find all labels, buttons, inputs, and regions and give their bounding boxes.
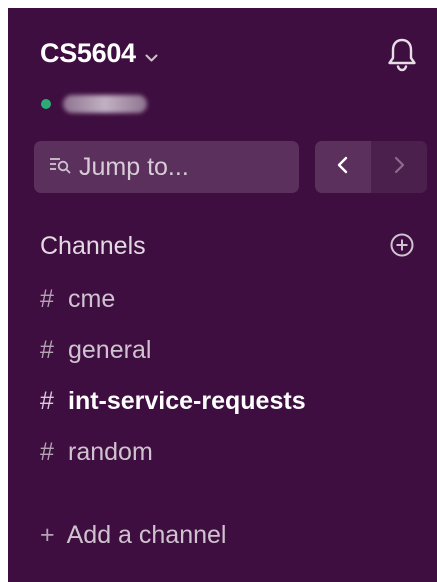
jump-to-button[interactable]: Jump to... xyxy=(34,141,299,193)
plus-circle-icon xyxy=(389,232,415,263)
add-channel-button[interactable]: + Add a channel xyxy=(40,513,226,557)
search-lines-icon xyxy=(49,156,71,179)
username-redacted xyxy=(63,95,147,113)
add-channel-label: Add a channel xyxy=(66,520,227,549)
user-status[interactable] xyxy=(41,93,147,115)
chevron-left-icon xyxy=(336,155,350,180)
jump-to-label: Jump to... xyxy=(79,152,189,181)
channel-name: random xyxy=(68,438,153,466)
notifications-button[interactable] xyxy=(385,38,419,76)
channel-item-random[interactable]: # random xyxy=(40,427,437,478)
chevron-down-icon xyxy=(145,50,158,62)
channel-name: general xyxy=(68,336,152,364)
workspace-menu-button[interactable]: CS5604 xyxy=(40,38,158,69)
channels-section-header: Channels xyxy=(40,226,419,266)
hash-icon: # xyxy=(40,438,54,466)
channels-section-title[interactable]: Channels xyxy=(40,232,146,261)
forward-button[interactable] xyxy=(371,141,427,193)
history-nav xyxy=(315,141,427,193)
presence-dot xyxy=(41,99,51,109)
chevron-right-icon xyxy=(392,155,406,180)
back-button[interactable] xyxy=(315,141,371,193)
hash-icon: # xyxy=(40,285,54,313)
workspace-name: CS5604 xyxy=(40,38,136,68)
channel-name: int-service-requests xyxy=(68,387,306,415)
workspace-header: CS5604 xyxy=(40,38,419,86)
channel-name: cme xyxy=(68,285,116,313)
channel-list: # cme # general # int-service-requests #… xyxy=(40,274,437,478)
plus-icon: + xyxy=(40,520,55,549)
hash-icon: # xyxy=(40,336,54,364)
channel-item-cme[interactable]: # cme xyxy=(40,274,437,325)
add-channel-icon-button[interactable] xyxy=(385,230,419,264)
channel-item-int-service-requests[interactable]: # int-service-requests xyxy=(40,376,437,427)
channel-item-general[interactable]: # general xyxy=(40,325,437,376)
hash-icon: # xyxy=(40,387,54,415)
workspace-sidebar: CS5604 Jump to... Channels # cme # gener… xyxy=(8,8,437,582)
bell-icon xyxy=(387,37,417,78)
